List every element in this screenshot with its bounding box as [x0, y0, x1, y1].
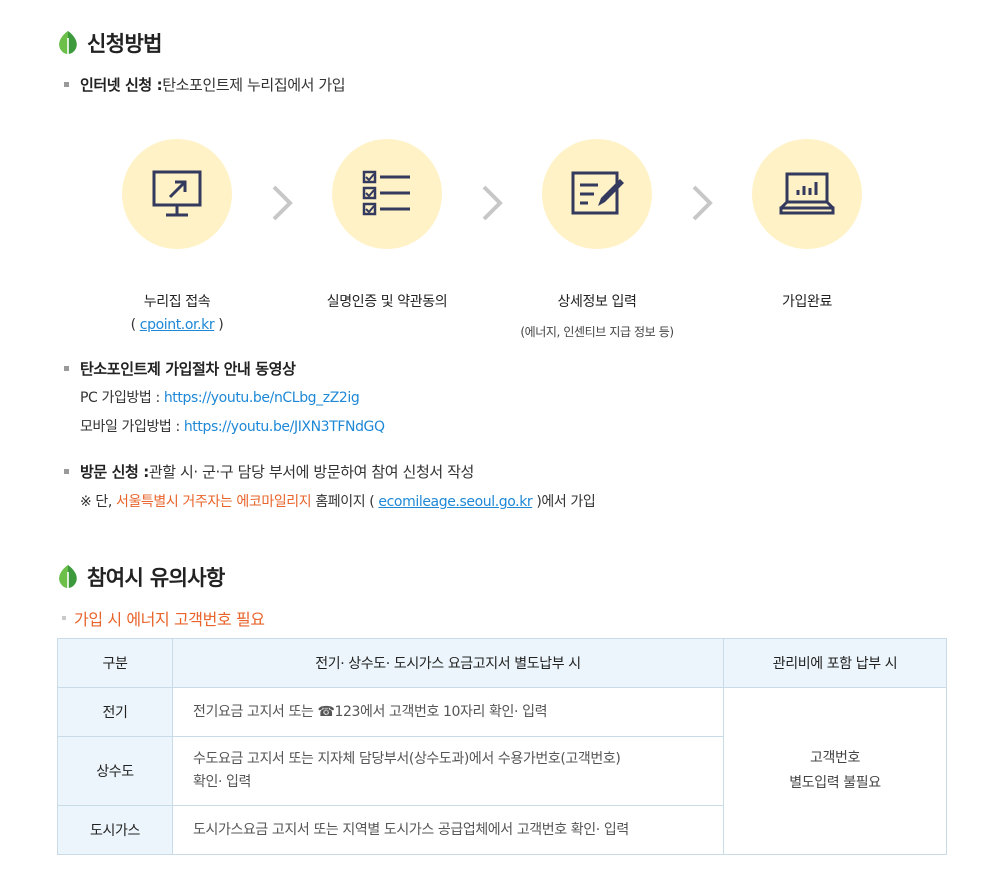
table-header-category: 구분 [57, 638, 173, 688]
customer-number-table: 구분 전기· 상수도· 도시가스 요금고지서 별도납부 시 관리비에 포함 납부… [57, 638, 947, 855]
step-note: (에너지, 인센티브 지급 정보 등) [520, 325, 674, 339]
step-circle [332, 139, 442, 249]
step-circle [542, 139, 652, 249]
bullet-square [62, 616, 66, 620]
row-desc-electricity: 전기요금 고지서 또는 ☎123에서 고객번호 10자리 확인· 입력 [172, 687, 724, 737]
visit-application: 방문 신청 : 관할 시· 군·구 담당 부서에 방문하여 참여 신청서 작성 [64, 461, 474, 482]
step-label: 상세정보 입력 [557, 294, 637, 310]
mobile-signup-line: 모바일 가입방법 : https://youtu.be/JIXN3TFNdGQ [80, 419, 385, 435]
ecomileage-link[interactable]: ecomileage.seoul.go.kr [378, 494, 532, 510]
table-header-separate-payment: 전기· 상수도· 도시가스 요금고지서 별도납부 시 [172, 638, 724, 688]
pc-signup-line: PC 가입방법 : https://youtu.be/nCLbg_zZ2ig [80, 390, 360, 406]
management-fee-note: 고객번호 별도입력 불필요 [723, 687, 947, 855]
step-label: 가입완료 [782, 294, 832, 310]
leaf-icon [59, 565, 77, 590]
internet-application: 인터넷 신청 : 탄소포인트제 누리집에서 가입 [64, 74, 346, 95]
step-circle [122, 139, 232, 249]
step-verification: 실명인증 및 약관동의 [297, 139, 477, 311]
bullet-square [64, 82, 69, 87]
section-title-precautions: 참여시 유의사항 [57, 562, 225, 592]
bullet-square [64, 469, 69, 474]
step-label: 누리집 접속 [143, 294, 211, 310]
seoul-note: ※ 단, 서울특별시 거주자는 에코마일리지 홈페이지 ( ecomileage… [80, 494, 596, 510]
row-desc-water: 수도요금 고지서 또는 지자체 담당부서(상수도과)에서 수용가번호(고객번호)… [172, 736, 724, 806]
customer-number-notice: 가입 시 에너지 고객번호 필요 [62, 606, 265, 630]
step-complete: 가입완료 [717, 139, 897, 311]
row-category-gas: 도시가스 [57, 805, 173, 855]
step-detail-input: 상세정보 입력 (에너지, 인센티브 지급 정보 등) [507, 139, 687, 340]
row-desc-gas: 도시가스요금 고지서 또는 지역별 도시가스 공급업체에서 고객번호 확인· 입… [172, 805, 724, 855]
step-label: 실명인증 및 약관동의 [326, 294, 448, 310]
cpoint-link[interactable]: cpoint.or.kr [140, 317, 215, 333]
video-guide-title: 탄소포인트제 가입절차 안내 동영상 [64, 358, 296, 379]
bullet-square [64, 366, 69, 371]
mobile-video-link[interactable]: https://youtu.be/JIXN3TFNdGQ [184, 419, 385, 435]
chevron-right-icon [692, 185, 713, 221]
section-title-application: 신청방법 [57, 28, 162, 58]
table-header-row: 구분 전기· 상수도· 도시가스 요금고지서 별도납부 시 관리비에 포함 납부… [57, 638, 947, 688]
table-row: 전기 전기요금 고지서 또는 ☎123에서 고객번호 10자리 확인· 입력 고… [57, 687, 947, 855]
step-circle [752, 139, 862, 249]
chevron-right-icon [482, 185, 503, 221]
checklist-icon [362, 170, 410, 216]
row-category-electricity: 전기 [57, 687, 173, 737]
leaf-icon [59, 31, 77, 56]
table-header-management-fee: 관리비에 포함 납부 시 [723, 638, 947, 688]
laptop-chart-icon [779, 172, 835, 215]
step-link-line: ( cpoint.or.kr ) [130, 317, 224, 333]
edit-form-icon [571, 171, 624, 215]
row-category-water: 상수도 [57, 736, 173, 806]
pc-video-link[interactable]: https://youtu.be/nCLbg_zZ2ig [164, 390, 360, 406]
monitor-icon [152, 170, 202, 217]
chevron-right-icon [272, 185, 293, 221]
step-site-access: 누리집 접속 ( cpoint.or.kr ) [87, 139, 267, 333]
